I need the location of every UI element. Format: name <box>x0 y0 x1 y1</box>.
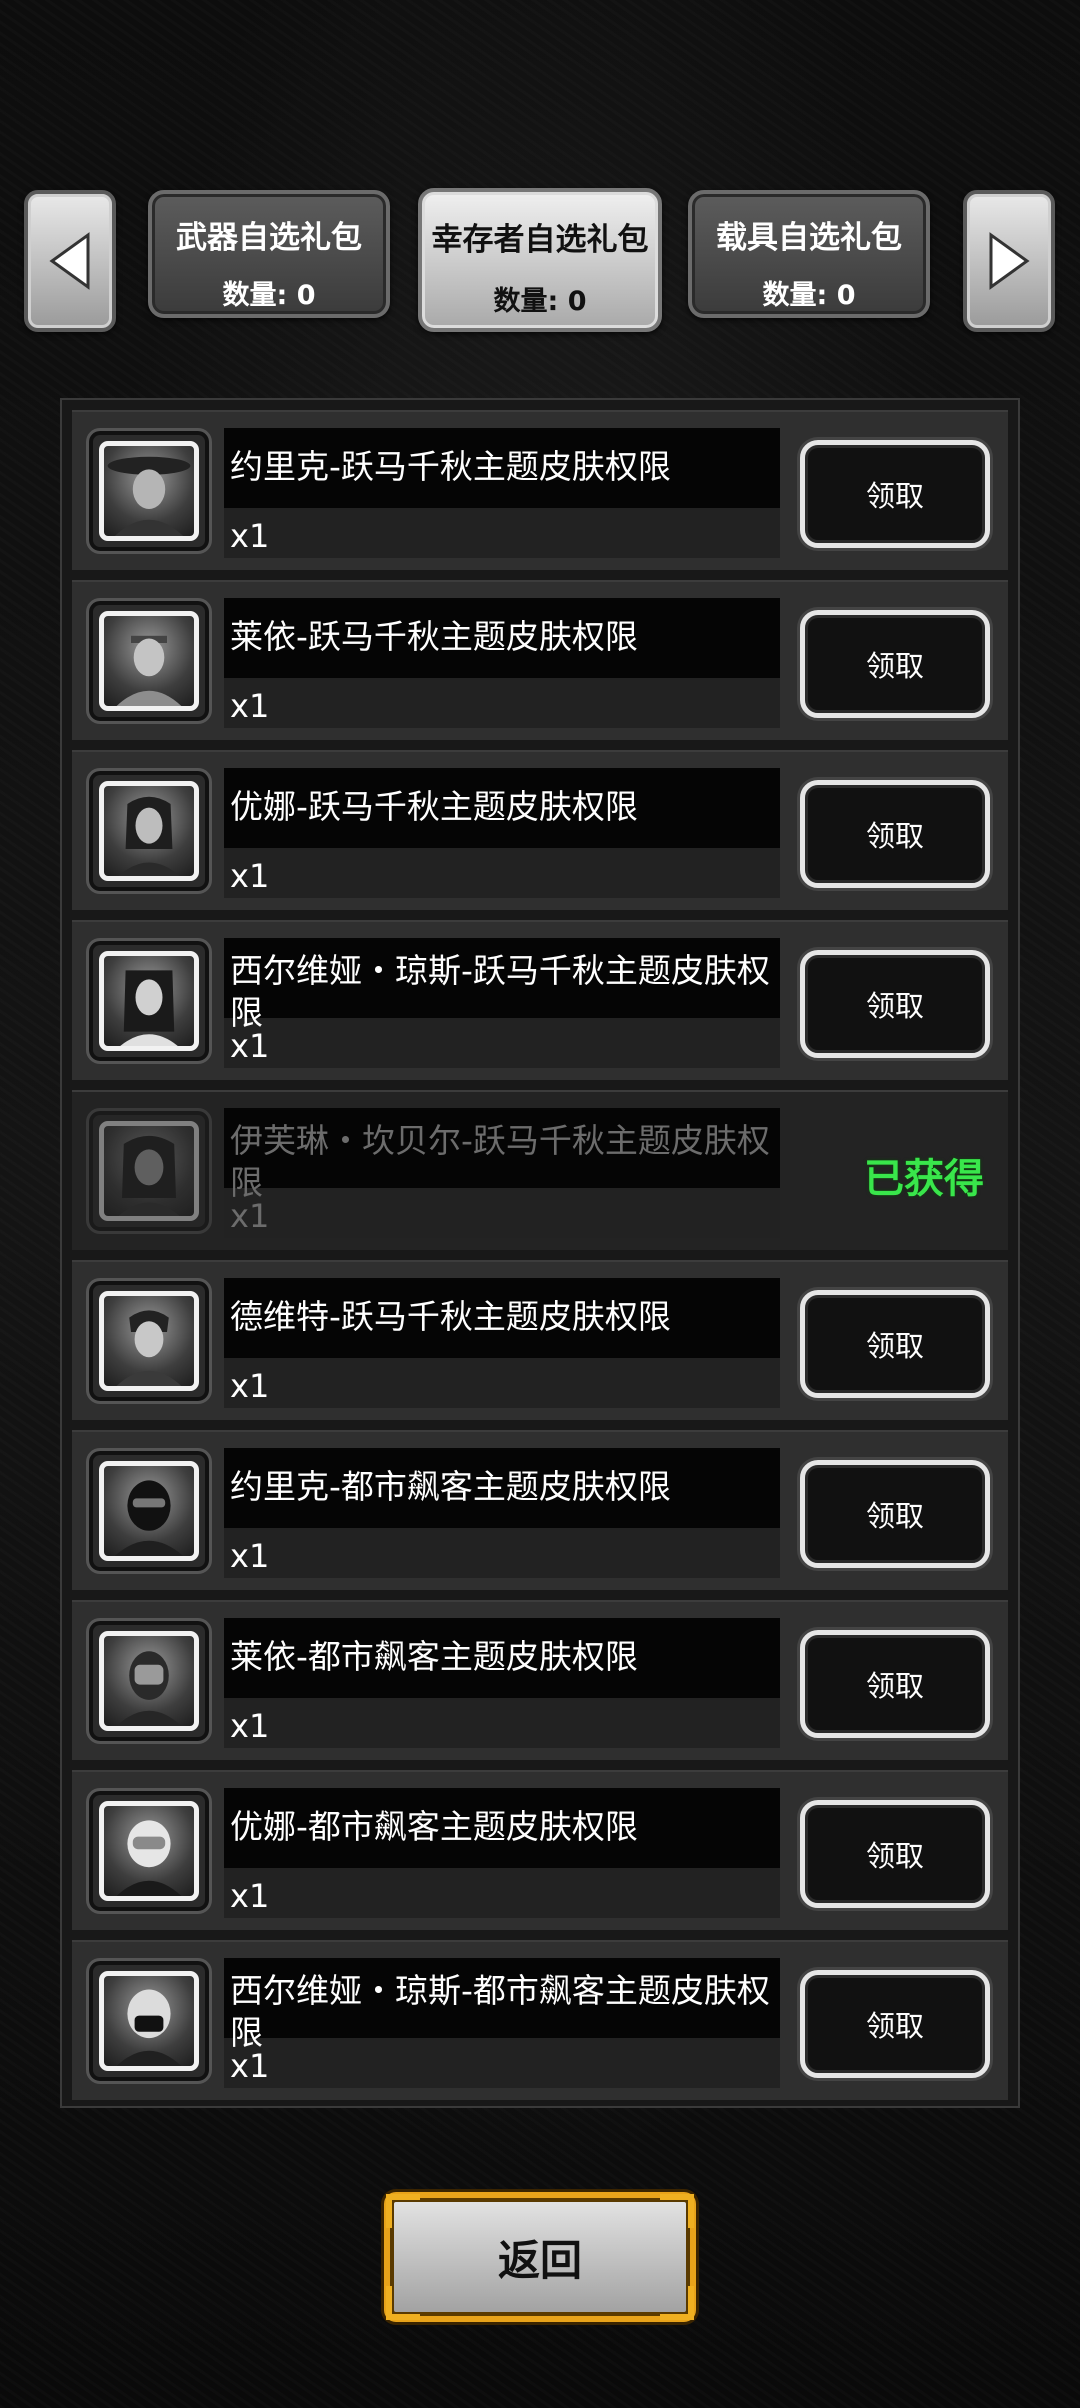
portrait-icon <box>116 635 182 706</box>
back-button-label: 返回 <box>497 2235 582 2285</box>
claim-button[interactable]: 领取 <box>800 1290 990 1398</box>
survivor-portrait <box>86 598 212 724</box>
portrait-icon <box>116 1310 182 1386</box>
item-quantity: x1 <box>230 517 270 555</box>
item-quantity: x1 <box>230 1707 270 1745</box>
list-item: 西尔维娅・琼斯-跃马千秋主题皮肤权限 x1 领取 <box>72 920 1008 1080</box>
item-quantity: x1 <box>230 1537 270 1575</box>
claim-button[interactable]: 领取 <box>800 1800 990 1908</box>
triangle-right-icon <box>989 232 1030 290</box>
list-item: 约里克-都市飙客主题皮肤权限 x1 领取 <box>72 1430 1008 1590</box>
helmet-portrait-icon <box>114 1480 184 1556</box>
survivor-portrait <box>86 1448 212 1574</box>
triangle-left-icon <box>49 232 90 290</box>
claim-button[interactable]: 领取 <box>800 1970 990 2078</box>
item-name: 约里克-都市飙客主题皮肤权限 <box>230 1467 671 1506</box>
survivor-portrait <box>86 428 212 554</box>
helmet-portrait-icon <box>116 1989 182 2066</box>
list-item: 约里克-跃马千秋主题皮肤权限 x1 领取 <box>72 410 1008 570</box>
item-name: 西尔维娅・琼斯-跃马千秋主题皮肤权限 <box>230 951 770 1032</box>
item-name: 西尔维娅・琼斯-都市飙客主题皮肤权限 <box>230 1971 770 2052</box>
tab-vehicle-pack[interactable]: 载具自选礼包 数量: 0 <box>688 190 930 318</box>
tab-label: 载具自选礼包 <box>716 220 902 256</box>
item-name: 优娜-跃马千秋主题皮肤权限 <box>230 787 638 826</box>
claim-button[interactable]: 领取 <box>800 1630 990 1738</box>
survivor-portrait <box>86 1618 212 1744</box>
item-quantity: x1 <box>230 1367 270 1405</box>
survivor-portrait <box>86 768 212 894</box>
list-item: 伊芙琳・坎贝尔-跃马千秋主题皮肤权限 x1 已获得 <box>72 1090 1008 1250</box>
item-quantity: x1 <box>230 1877 270 1915</box>
list-item: 莱依-都市飙客主题皮肤权限 x1 领取 <box>72 1600 1008 1760</box>
claim-button[interactable]: 领取 <box>800 610 990 718</box>
portrait-icon <box>107 456 191 536</box>
survivor-portrait <box>86 1108 212 1234</box>
tab-count: 数量: 0 <box>762 280 856 311</box>
ornament-corner <box>660 2194 694 2228</box>
survivor-portrait <box>86 938 212 1064</box>
ornament-corner <box>386 2286 420 2320</box>
claim-button[interactable]: 领取 <box>800 780 990 888</box>
survivor-portrait <box>86 1958 212 2084</box>
item-quantity: x1 <box>230 857 270 895</box>
back-button[interactable]: 返回 <box>384 2192 696 2322</box>
list-item: 优娜-都市飙客主题皮肤权限 x1 领取 <box>72 1770 1008 1930</box>
reward-list[interactable]: 约里克-跃马千秋主题皮肤权限 x1 领取 莱依-跃马千秋主题皮肤权限 x1 领取… <box>60 398 1020 2108</box>
helmet-portrait-icon <box>116 1651 182 1726</box>
tab-count: 数量: 0 <box>493 286 587 317</box>
survivor-portrait <box>86 1278 212 1404</box>
item-name: 伊芙琳・坎贝尔-跃马千秋主题皮肤权限 <box>230 1121 770 1202</box>
list-item: 莱依-跃马千秋主题皮肤权限 x1 领取 <box>72 580 1008 740</box>
claim-button[interactable]: 领取 <box>800 440 990 548</box>
list-item: 西尔维娅・琼斯-都市飙客主题皮肤权限 x1 领取 <box>72 1940 1008 2100</box>
portrait-icon <box>118 796 180 876</box>
ornament-corner <box>660 2286 694 2320</box>
owned-status-label: 已获得 <box>864 1156 984 1202</box>
ornament-corner <box>386 2194 420 2228</box>
item-name: 莱依-都市飙客主题皮肤权限 <box>230 1637 638 1676</box>
item-name: 约里克-跃马千秋主题皮肤权限 <box>230 447 671 486</box>
survivor-portrait <box>86 1788 212 1914</box>
tab-weapon-pack[interactable]: 武器自选礼包 数量: 0 <box>148 190 390 318</box>
item-name: 优娜-都市飙客主题皮肤权限 <box>230 1807 638 1846</box>
tab-survivor-pack[interactable]: 幸存者自选礼包 数量: 0 <box>418 188 662 332</box>
item-name: 德维特-跃马千秋主题皮肤权限 <box>230 1297 671 1336</box>
list-item: 德维特-跃马千秋主题皮肤权限 x1 领取 <box>72 1260 1008 1420</box>
next-page-button[interactable] <box>963 190 1055 332</box>
item-quantity: x1 <box>230 687 270 725</box>
tab-count: 数量: 0 <box>222 280 316 311</box>
tab-label: 武器自选礼包 <box>176 220 362 256</box>
item-quantity: x1 <box>230 2047 270 2085</box>
item-name: 莱依-跃马千秋主题皮肤权限 <box>230 617 638 656</box>
claim-button[interactable]: 领取 <box>800 1460 990 1568</box>
claim-button[interactable]: 领取 <box>800 950 990 1058</box>
portrait-icon <box>118 1135 180 1216</box>
item-quantity: x1 <box>230 1027 270 1065</box>
item-quantity: x1 <box>230 1197 270 1235</box>
tab-label: 幸存者自选礼包 <box>431 222 649 258</box>
prev-page-button[interactable] <box>24 190 116 332</box>
helmet-portrait-icon <box>116 1820 182 1896</box>
list-item: 优娜-跃马千秋主题皮肤权限 x1 领取 <box>72 750 1008 910</box>
portrait-icon <box>120 970 178 1046</box>
